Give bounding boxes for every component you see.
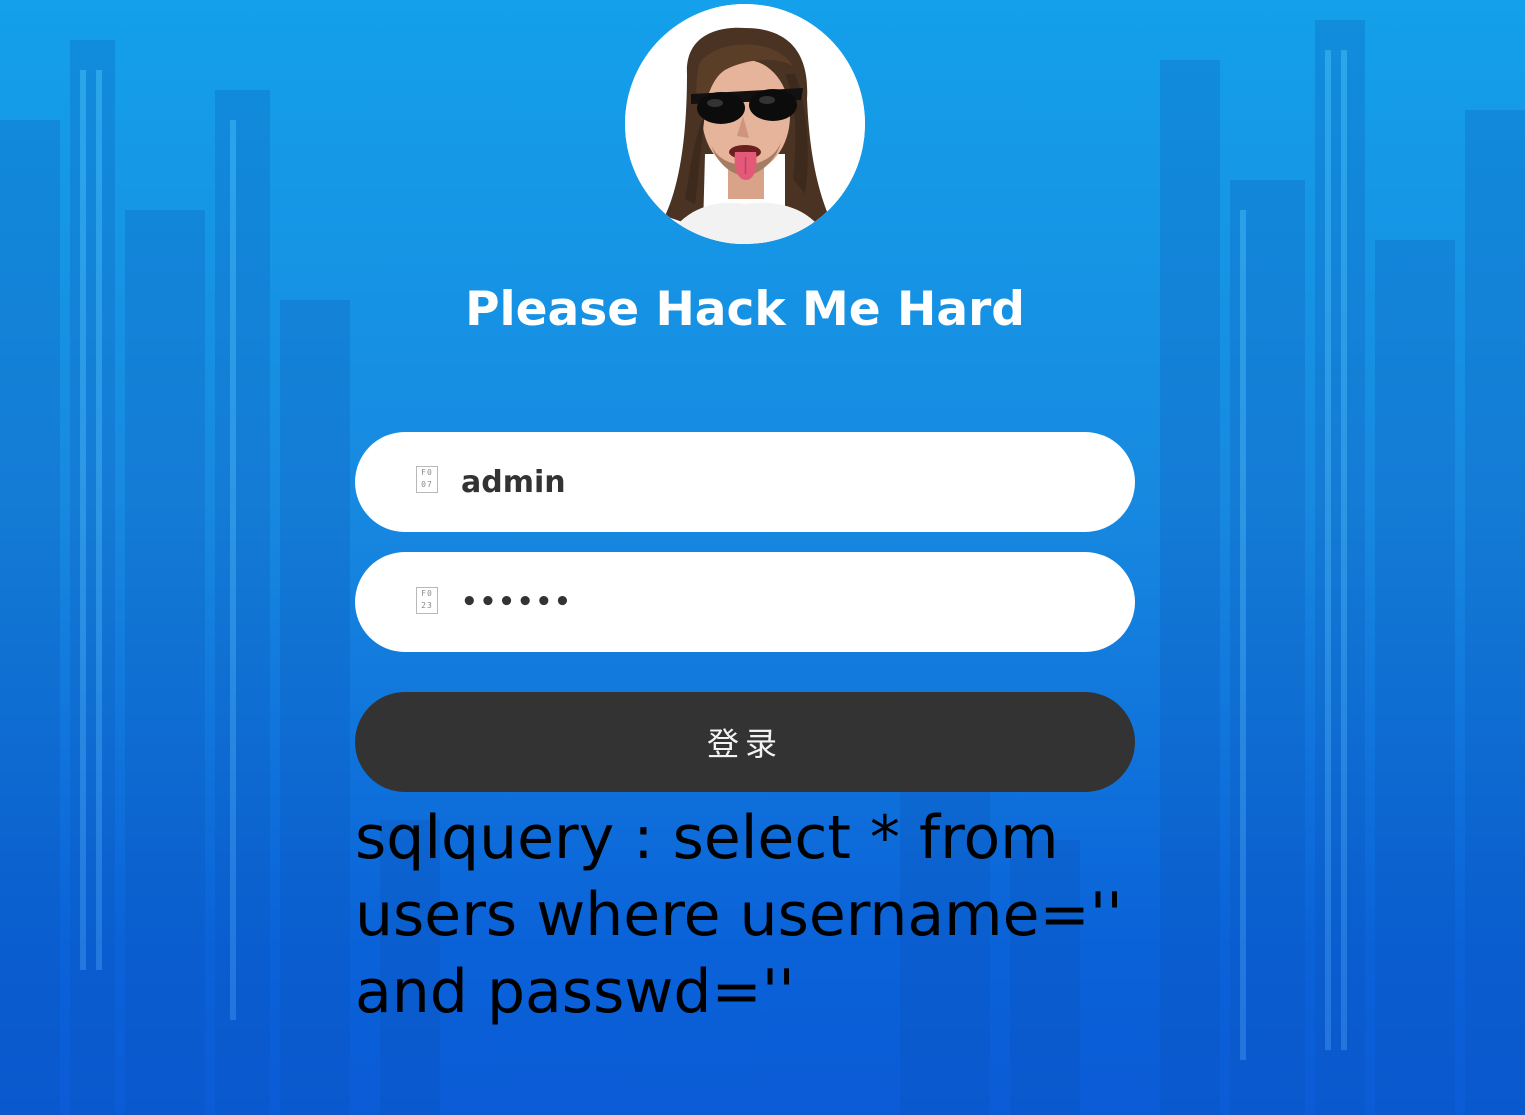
avatar xyxy=(625,4,865,244)
user-icon-glyph: F0 07 xyxy=(421,468,433,489)
password-field[interactable] xyxy=(355,552,1135,652)
login-button[interactable]: 登录 xyxy=(355,692,1135,792)
page-title: Please Hack Me Hard xyxy=(465,282,1025,337)
username-field[interactable] xyxy=(355,432,1135,532)
lock-icon-glyph: F0 23 xyxy=(421,589,433,610)
sql-query-output: sqlquery : select * from users where use… xyxy=(355,803,1123,1027)
lock-icon: F0 23 xyxy=(416,587,438,614)
user-icon: F0 07 xyxy=(416,466,438,493)
password-input[interactable] xyxy=(461,552,1101,652)
username-input[interactable] xyxy=(461,432,1101,532)
avatar-portrait-image xyxy=(625,4,865,244)
